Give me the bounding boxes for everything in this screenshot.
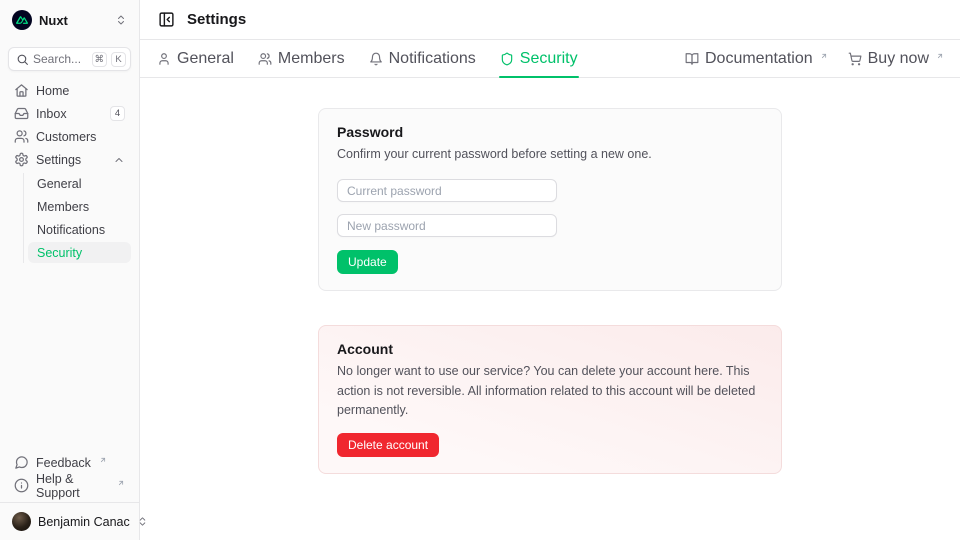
sidebar-item-notifications[interactable]: Notifications (28, 219, 131, 240)
gear-icon (14, 152, 29, 167)
tab-label: General (177, 50, 234, 68)
sidebar-item-feedback[interactable]: Feedback (8, 452, 131, 473)
team-name: Nuxt (39, 13, 108, 28)
inbox-icon (14, 106, 29, 121)
sidebar-footer-nav: Feedback Help & Support (0, 448, 139, 502)
sidebar-spacer (0, 263, 139, 448)
sidebar-item-label: Notifications (37, 223, 105, 237)
kbd-k: K (111, 52, 126, 67)
bell-icon (369, 52, 383, 66)
sidebar-item-label: Help & Support (36, 472, 109, 500)
search-input[interactable]: Search... ⌘ K (8, 47, 131, 71)
sidebar-item-label: General (37, 177, 81, 191)
account-card: Account No longer want to use our servic… (318, 325, 782, 473)
page-title: Settings (187, 11, 246, 28)
link-label: Documentation (705, 50, 813, 68)
tab-label: Notifications (389, 50, 476, 68)
search-icon (16, 53, 29, 66)
sidebar-item-label: Settings (36, 153, 106, 167)
sidebar-item-help-support[interactable]: Help & Support (8, 475, 131, 496)
sidebar-item-label: Security (37, 246, 82, 260)
sidebar-collapse-button[interactable] (156, 9, 177, 30)
user-name: Benjamin Canac (38, 515, 130, 529)
account-card-description: No longer want to use our service? You c… (337, 362, 763, 420)
chevrons-up-down-icon (115, 14, 127, 26)
password-card-title: Password (337, 124, 763, 140)
sidebar-nav: Home Inbox 4 Customers Settings (0, 80, 139, 263)
chat-bubble-icon (14, 455, 29, 470)
sidebar-item-customers[interactable]: Customers (8, 126, 131, 147)
cart-icon (848, 52, 862, 66)
sidebar-user-section: Benjamin Canac (0, 502, 139, 540)
avatar (12, 512, 31, 531)
sidebar-item-security[interactable]: Security (28, 242, 131, 263)
user-menu[interactable]: Benjamin Canac (8, 510, 131, 533)
nuxt-logo-icon (12, 10, 32, 30)
sidebar-item-members[interactable]: Members (28, 196, 131, 217)
sidebar-search: Search... ⌘ K (0, 40, 139, 80)
tab-general[interactable]: General (156, 40, 235, 77)
account-card-title: Account (337, 341, 763, 357)
tab-notifications[interactable]: Notifications (368, 40, 477, 77)
link-label: Buy now (868, 50, 929, 68)
external-link-icon (936, 52, 944, 60)
user-icon (157, 52, 171, 66)
inbox-count-badge: 4 (110, 106, 125, 121)
tab-label: Security (520, 50, 578, 68)
main-panel: Settings General Members Notifications S… (140, 0, 960, 540)
sidebar-item-label: Customers (36, 130, 125, 144)
tab-label: Members (278, 50, 345, 68)
sidebar-item-label: Inbox (36, 107, 103, 121)
panel-left-close-icon (158, 11, 175, 28)
external-link-icon (820, 52, 828, 60)
documentation-link[interactable]: Documentation (685, 50, 828, 68)
sidebar-item-label: Members (37, 200, 89, 214)
chevron-up-icon (113, 154, 125, 166)
info-circle-icon (14, 478, 29, 493)
password-card-description: Confirm your current password before set… (337, 145, 763, 164)
buy-now-link[interactable]: Buy now (848, 50, 944, 68)
sidebar-item-settings[interactable]: Settings (8, 149, 131, 170)
users-icon (14, 129, 29, 144)
sidebar-item-general[interactable]: General (28, 173, 131, 194)
external-link-icon (117, 479, 125, 487)
shield-icon (500, 52, 514, 66)
settings-tabbar: General Members Notifications Security (140, 40, 960, 78)
book-open-icon (685, 52, 699, 66)
sidebar-item-label: Home (36, 84, 125, 98)
sidebar-item-label: Feedback (36, 456, 91, 470)
password-card: Password Confirm your current password b… (318, 108, 782, 291)
users-icon (258, 52, 272, 66)
tabbar-links: Documentation Buy now (685, 50, 944, 68)
settings-subnav: General Members Notifications Security (23, 173, 131, 263)
external-link-icon (99, 456, 107, 464)
sidebar-header: Nuxt (0, 0, 139, 40)
tab-members[interactable]: Members (257, 40, 346, 77)
new-password-input[interactable] (337, 214, 557, 237)
update-password-button[interactable]: Update (337, 250, 398, 274)
home-icon (14, 83, 29, 98)
page-header: Settings (140, 0, 960, 40)
sidebar-item-inbox[interactable]: Inbox 4 (8, 103, 131, 124)
team-switcher[interactable]: Nuxt (8, 8, 131, 32)
search-placeholder: Search... (33, 52, 88, 66)
delete-account-button[interactable]: Delete account (337, 433, 439, 457)
sidebar: Nuxt Search... ⌘ K Home Inbox (0, 0, 140, 540)
settings-security-content: Password Confirm your current password b… (140, 78, 960, 540)
tab-security[interactable]: Security (499, 40, 579, 77)
current-password-input[interactable] (337, 179, 557, 202)
sidebar-item-home[interactable]: Home (8, 80, 131, 101)
kbd-cmd: ⌘ (92, 52, 108, 67)
